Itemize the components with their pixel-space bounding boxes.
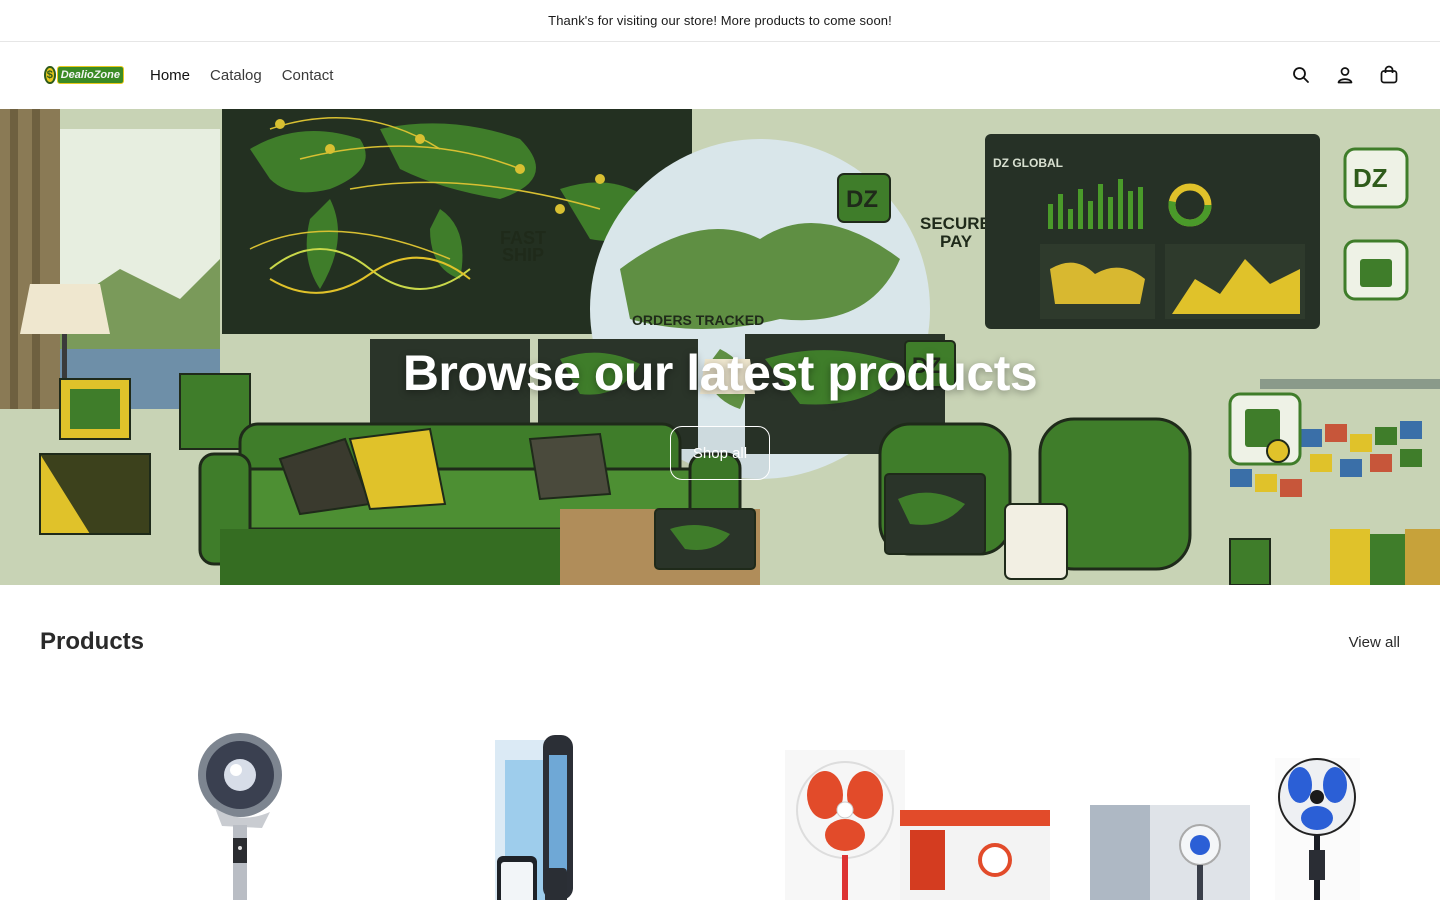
announcement-text: Thank's for visiting our store! More pro… xyxy=(548,13,892,28)
site-header: $ DealioZone Home Catalog Contact xyxy=(0,42,1440,108)
product-image-blue-standing-fan xyxy=(1090,758,1360,900)
nav-contact[interactable]: Contact xyxy=(282,67,334,84)
search-icon[interactable] xyxy=(1290,64,1312,86)
announcement-bar: Thank's for visiting our store! More pro… xyxy=(0,0,1440,42)
hero-content: Browse our latest products Shop all xyxy=(0,109,1440,585)
product-image-tower-fan xyxy=(495,735,573,900)
header-actions xyxy=(1290,64,1400,86)
store-logo[interactable]: $ DealioZone xyxy=(44,64,124,86)
product-card[interactable] xyxy=(730,700,1055,900)
cart-icon[interactable] xyxy=(1378,64,1400,86)
hero-banner: FAST SHIP SECURE PAY ORDERS TRACKED DZ D… xyxy=(0,109,1440,585)
product-card[interactable] xyxy=(385,700,710,900)
products-section-header: Products View all xyxy=(40,628,1400,656)
product-card[interactable] xyxy=(1075,700,1400,900)
account-icon[interactable] xyxy=(1334,64,1356,86)
hero-title: Browse our latest products xyxy=(402,345,1038,401)
view-all-link[interactable]: View all xyxy=(1349,634,1400,651)
shop-all-button[interactable]: Shop all xyxy=(670,426,770,480)
logo-wordmark: DealioZone xyxy=(56,66,124,84)
nav-catalog[interactable]: Catalog xyxy=(210,67,262,84)
product-card[interactable] xyxy=(40,700,365,900)
product-image-red-standing-fan xyxy=(785,750,1050,900)
products-title: Products xyxy=(40,628,145,655)
logo-coin-icon: $ xyxy=(44,66,56,84)
main-nav: Home Catalog Contact xyxy=(150,67,333,84)
nav-home[interactable]: Home xyxy=(150,67,190,84)
product-grid xyxy=(40,700,1400,900)
product-image-air-circulator-fan xyxy=(198,733,282,900)
